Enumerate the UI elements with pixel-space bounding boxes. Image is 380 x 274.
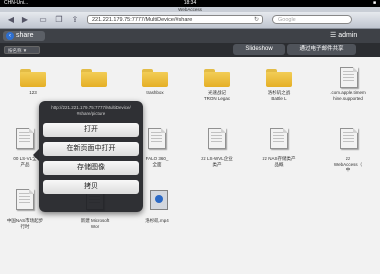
sort-select[interactable]: 按名称 ▼: [4, 46, 40, 54]
slideshow-button[interactable]: Slideshow: [233, 44, 285, 55]
status-bar: CHN-Uni... 18:34 ■: [0, 0, 380, 7]
menu-item-open[interactable]: 打开: [43, 123, 139, 137]
search-field[interactable]: Google: [272, 15, 352, 24]
bookmarks-icon[interactable]: ▭: [38, 15, 48, 25]
app-toolbar: 按名称 ▼ Slideshow 通过电子邮件共享 ☰ admin: [0, 32, 380, 57]
share-breadcrumb[interactable]: ‹ share: [3, 31, 45, 41]
app-header: ‹ share: [0, 29, 380, 43]
reload-icon[interactable]: ↻: [254, 16, 259, 25]
menu-item-save-image[interactable]: 存储图像: [43, 161, 139, 175]
back-icon[interactable]: ◀: [6, 15, 16, 25]
menu-item-open-new-page[interactable]: 在新页面中打开: [43, 142, 139, 156]
forward-icon[interactable]: ▶: [20, 15, 30, 25]
menu-pointer: [33, 149, 39, 161]
file-grid: 123 trashbox 光速战记 TRON Legac 洛杉矶之战 Battl…: [0, 57, 380, 274]
url-text: 221.221.179.75:7777/MultiDevice/#share: [92, 17, 193, 23]
back-arrow-icon: ‹: [6, 32, 14, 40]
search-placeholder: Google: [278, 17, 296, 23]
menu-item-copy[interactable]: 拷贝: [43, 180, 139, 194]
share-label: share: [16, 32, 34, 39]
context-menu: http://221.221.179.75:7777/MultiDevice/ …: [33, 101, 143, 212]
user-label: ☰ admin: [330, 32, 358, 39]
context-menu-url: http://221.221.179.75:7777/MultiDevice/ …: [51, 105, 131, 116]
tabs-icon[interactable]: ❐: [54, 15, 64, 25]
browser-toolbar: ◀ ▶ ▭ ❐ ⇪ 221.221.179.75:7777/MultiDevic…: [0, 12, 380, 29]
email-share-button[interactable]: 通过电子邮件共享: [287, 44, 356, 55]
url-field[interactable]: 221.221.179.75:7777/MultiDevice/#share ↻: [87, 15, 263, 24]
clock: 18:34: [183, 0, 197, 6]
share-action-icon[interactable]: ⇪: [70, 15, 80, 25]
battery-icon: ■: [372, 0, 376, 6]
